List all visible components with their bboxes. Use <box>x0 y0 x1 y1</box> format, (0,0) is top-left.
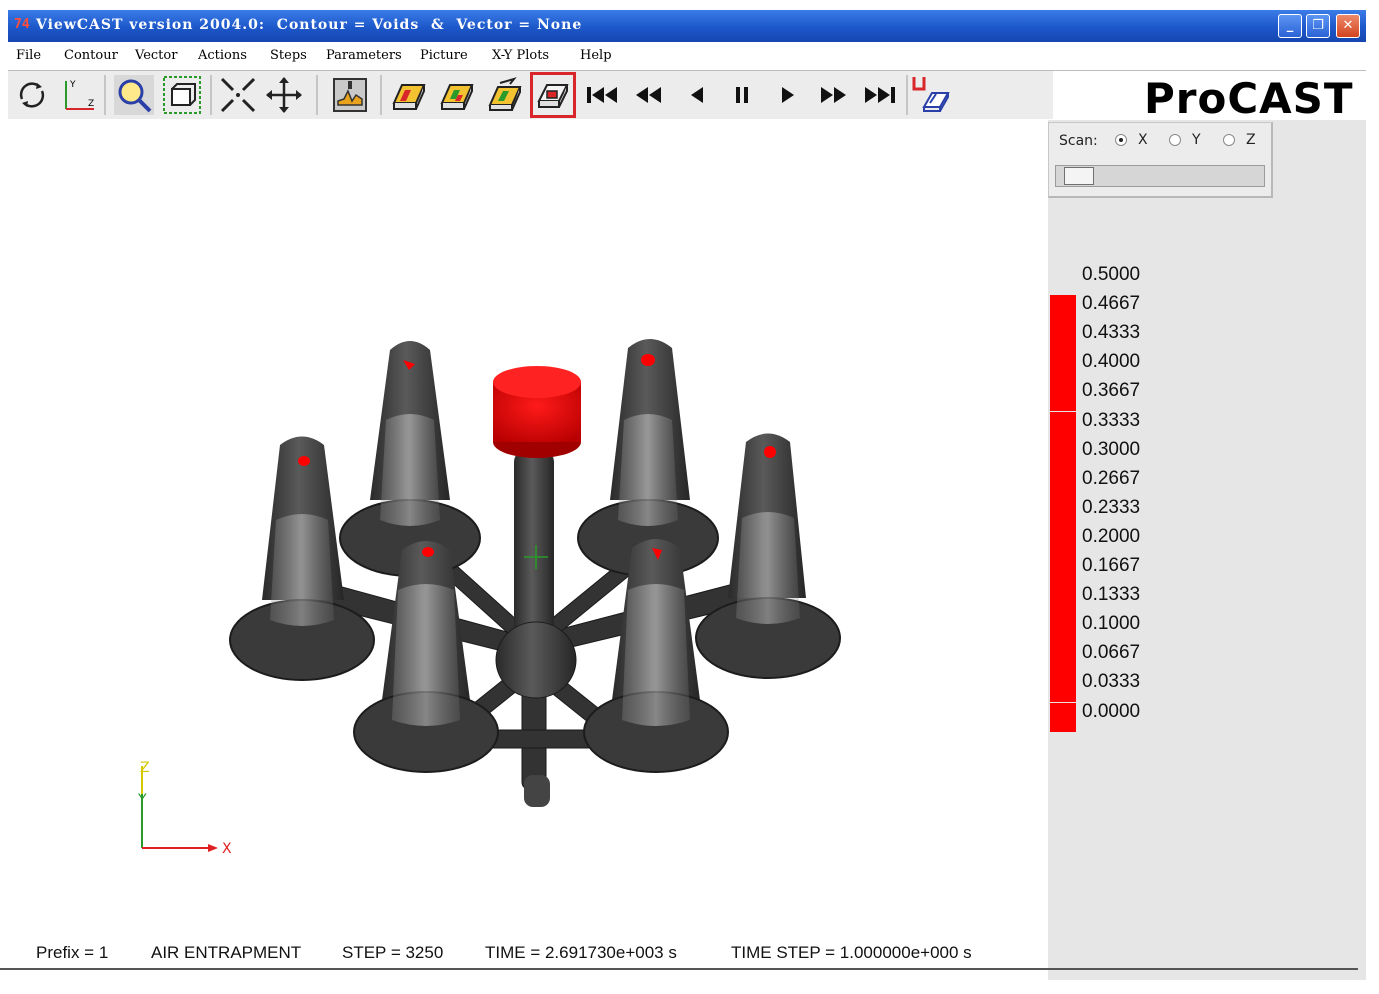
legend-swatch <box>1050 353 1076 383</box>
procast-logo: ProCAST <box>1144 74 1354 123</box>
y-axis-label: Y <box>137 792 147 808</box>
cut-plane-1-icon[interactable] <box>388 75 428 115</box>
legend-value: 0.1333 <box>1082 584 1141 606</box>
menu-help[interactable]: Help <box>580 48 612 63</box>
menu-bar: File Contour Vector Actions Steps Parame… <box>8 42 1366 71</box>
step-back-icon[interactable] <box>676 75 716 115</box>
casting-model[interactable] <box>8 120 1048 840</box>
legend-value: 0.4667 <box>1082 293 1141 315</box>
window-bottom-border <box>0 968 1358 970</box>
orientation-axes: Z Y X <box>137 760 232 857</box>
scan-label: Scan: <box>1059 133 1098 149</box>
svg-text:Z: Z <box>88 99 94 109</box>
legend-swatch <box>1050 324 1076 354</box>
legend-swatch <box>1050 382 1076 412</box>
toolbar-separator <box>380 75 382 115</box>
status-mode: AIR ENTRAPMENT <box>151 943 302 962</box>
legend-value: 0.0667 <box>1082 642 1141 664</box>
restore-button[interactable]: ❐ <box>1306 14 1330 38</box>
legend-swatch <box>1050 469 1076 499</box>
scan-radio-z-label: Z <box>1246 132 1256 148</box>
menu-contour[interactable]: Contour <box>64 48 118 63</box>
svg-text:Y: Y <box>69 80 76 90</box>
status-prefix: Prefix = 1 <box>36 943 109 962</box>
close-button[interactable]: ✕ <box>1336 14 1360 38</box>
fit-box-icon[interactable] <box>162 75 202 115</box>
legend-swatch <box>1050 411 1076 441</box>
scan-radio-z[interactable] <box>1223 134 1235 146</box>
3d-viewport[interactable]: Z Y X Prefix = 1 AIR ENTRAPMENT STEP = 3… <box>8 120 1048 980</box>
legend-swatch <box>1050 295 1076 325</box>
legend-value: 0.0333 <box>1082 671 1141 693</box>
axes-view-icon[interactable]: YZ <box>58 75 98 115</box>
legend-value: 0.0000 <box>1082 700 1141 722</box>
legend-value: 0.5000 <box>1082 264 1141 285</box>
window-title: ViewCAST version 2004.0: Contour = Voids… <box>36 17 583 33</box>
menu-parameters[interactable]: Parameters <box>326 48 402 63</box>
legend-value: 0.4333 <box>1082 322 1141 344</box>
scan-slider-thumb[interactable] <box>1064 167 1094 185</box>
legend-value: 0.3000 <box>1082 438 1141 460</box>
title-bar[interactable]: 74 ViewCAST version 2004.0: Contour = Vo… <box>8 10 1366 42</box>
status-time-step: TIME STEP = 1.000000e+000 s <box>731 943 972 962</box>
menu-picture[interactable]: Picture <box>420 48 468 63</box>
cut-plane-2-icon[interactable] <box>436 75 476 115</box>
cut-plane-active-icon[interactable] <box>530 72 576 118</box>
fast-forward-icon[interactable] <box>814 75 854 115</box>
legend-value: 0.3333 <box>1082 409 1141 431</box>
play-icon[interactable] <box>768 75 808 115</box>
pan-icon[interactable] <box>264 75 304 115</box>
legend-swatch <box>1050 440 1076 470</box>
legend-value: 0.3667 <box>1082 380 1141 402</box>
scan-radio-y[interactable] <box>1169 134 1181 146</box>
save-picture-icon[interactable] <box>912 75 952 115</box>
status-time: TIME = 2.691730e+003 s <box>485 943 677 962</box>
legend-swatch <box>1050 557 1076 586</box>
x-axis-label: X <box>222 841 232 857</box>
shrink-icon[interactable] <box>218 75 258 115</box>
first-step-icon[interactable] <box>582 75 622 115</box>
app-icon: 74 <box>14 17 30 32</box>
scan-radio-y-label: Y <box>1192 132 1201 148</box>
toolbar-separator <box>210 75 212 115</box>
zoom-icon[interactable] <box>114 75 154 115</box>
pause-icon[interactable] <box>722 75 762 115</box>
menu-steps[interactable]: Steps <box>270 48 307 63</box>
scan-panel: Scan: X Y Z <box>1048 122 1273 198</box>
fast-rewind-icon[interactable] <box>628 75 668 115</box>
menu-actions[interactable]: Actions <box>198 48 247 63</box>
scan-radio-x-label: X <box>1138 132 1148 148</box>
menu-xy-plots[interactable]: X-Y Plots <box>492 48 549 63</box>
legend-swatch <box>1050 615 1076 645</box>
rotate-icon[interactable] <box>12 75 52 115</box>
legend-swatch <box>1050 673 1076 703</box>
legend-value: 0.4000 <box>1082 351 1141 373</box>
z-axis-label: Z <box>140 760 150 776</box>
scan-radio-x[interactable] <box>1115 134 1127 146</box>
last-step-icon[interactable] <box>860 75 900 115</box>
menu-vector[interactable]: Vector <box>135 48 177 63</box>
minimize-button[interactable]: _ <box>1278 14 1302 38</box>
viewcast-window: 74 ViewCAST version 2004.0: Contour = Vo… <box>8 10 1366 980</box>
status-step: STEP = 3250 <box>342 943 444 962</box>
legend-value: 0.2333 <box>1082 496 1141 518</box>
legend-swatch <box>1050 702 1076 732</box>
legend-value: 0.1000 <box>1082 613 1141 635</box>
legend-value: 0.2667 <box>1082 467 1141 489</box>
toolbar-separator <box>906 75 908 115</box>
toolbar-separator <box>104 75 106 115</box>
toolbar: YZ <box>8 71 1053 119</box>
legend-value: 0.2000 <box>1082 525 1141 547</box>
legend-swatch <box>1050 498 1076 528</box>
cut-plane-3-icon[interactable] <box>484 75 524 115</box>
legend-row: 0.0000 <box>1050 701 1170 742</box>
toolbar-separator <box>316 75 318 115</box>
mesh-display-icon[interactable] <box>330 75 370 115</box>
legend-swatch <box>1050 586 1076 616</box>
menu-file[interactable]: File <box>16 48 41 63</box>
legend-value: 0.1667 <box>1082 555 1141 576</box>
legend-swatch <box>1050 644 1076 674</box>
legend-swatch <box>1050 527 1076 557</box>
